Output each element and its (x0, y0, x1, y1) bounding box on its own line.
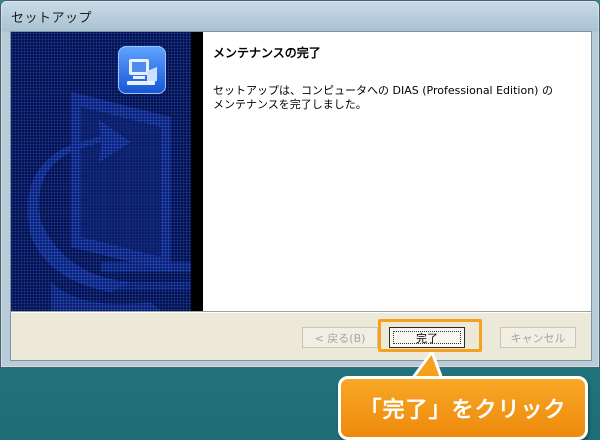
wizard-content: メンテナンスの完了 セットアップは、コンピュータへの DIAS (Profess… (203, 32, 591, 311)
wizard-client-area: メンテナンスの完了 セットアップは、コンピュータへの DIAS (Profess… (10, 31, 592, 361)
cancel-button[interactable]: キャンセル (500, 327, 576, 348)
setup-window: セットアップ メンテナンスの完了 セットアップは、コンピュータへの DIAS (… (0, 0, 600, 368)
back-button[interactable]: < 戻る(B) (302, 327, 378, 348)
message-line-2: メンテナンスを完了しました。 (213, 98, 367, 111)
wizard-side-image (11, 32, 203, 311)
window-title: セットアップ (11, 10, 93, 26)
message-line-1: セットアップは、コンピュータへの DIAS (Professional Edit… (213, 84, 553, 97)
instruction-callout: 「完了」をクリック (338, 376, 588, 440)
setup-computer-icon (118, 46, 166, 94)
wizard-footer: < 戻る(B) 完了 キャンセル (11, 313, 591, 360)
callout-text: 「完了」をクリック (359, 398, 567, 423)
finish-highlight-frame (378, 319, 482, 352)
completion-message: セットアップは、コンピュータへの DIAS (Professional Edit… (213, 84, 583, 112)
title-bar[interactable]: セットアップ (1, 1, 599, 31)
page-heading: メンテナンスの完了 (213, 46, 321, 60)
